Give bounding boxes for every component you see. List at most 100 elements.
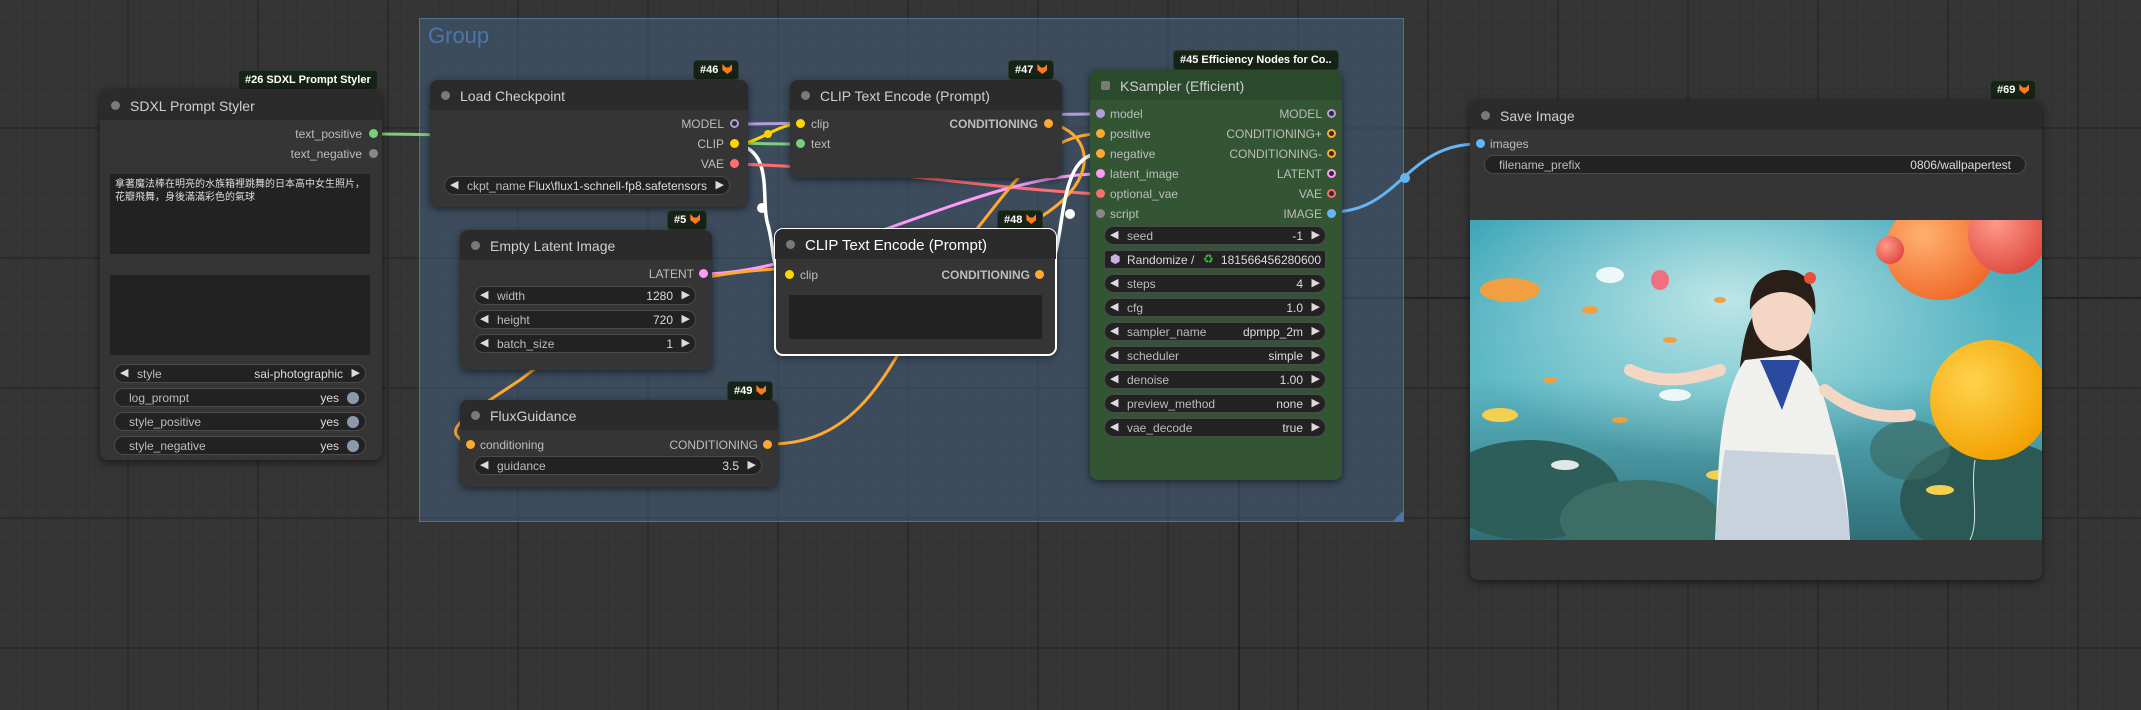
steps-stepper[interactable]: ◀ steps 4 ▶ [1104, 274, 1326, 293]
output-port-latent[interactable] [1327, 169, 1336, 178]
input-port-latent-image[interactable] [1096, 169, 1105, 178]
arrow-left-icon[interactable]: ◀ [480, 288, 488, 301]
sampler-name-combo[interactable]: ◀ sampler_name dpmpp_2m ▶ [1104, 322, 1326, 341]
input-port-text[interactable] [796, 139, 805, 148]
arrow-left-icon[interactable]: ◀ [480, 312, 488, 325]
collapse-dot-icon[interactable] [471, 411, 480, 420]
flux-guidance-node[interactable]: FluxGuidance conditioning CONDITIONING ◀… [460, 400, 778, 487]
arrow-left-icon[interactable]: ◀ [1110, 276, 1118, 289]
sdxl-prompt-styler-node[interactable]: SDXL Prompt Styler text_positive text_ne… [100, 90, 382, 460]
input-port-conditioning[interactable] [466, 440, 475, 449]
style-positive-toggle[interactable]: style_positive yes [114, 412, 366, 431]
node-header[interactable]: KSampler (Efficient) [1090, 70, 1342, 100]
collapse-dot-icon[interactable] [441, 91, 450, 100]
style-combo[interactable]: ◀ style sai-photographic ▶ [114, 364, 366, 383]
output-port-model[interactable] [730, 119, 739, 128]
arrow-left-icon[interactable]: ◀ [1110, 396, 1118, 409]
arrow-right-icon[interactable]: ▶ [352, 366, 360, 379]
collapse-dot-icon[interactable] [471, 241, 480, 250]
arrow-left-icon[interactable]: ◀ [120, 366, 128, 379]
arrow-right-icon[interactable]: ▶ [1312, 420, 1320, 433]
arrow-right-icon[interactable]: ▶ [1312, 396, 1320, 409]
node-header[interactable]: SDXL Prompt Styler [100, 90, 382, 120]
arrow-right-icon[interactable]: ▶ [682, 312, 690, 325]
arrow-right-icon[interactable]: ▶ [1312, 228, 1320, 241]
randomize-seed-button[interactable]: ⬢ Randomize / ♻ 181566456280600 [1104, 250, 1326, 269]
arrow-left-icon[interactable]: ◀ [1110, 348, 1118, 361]
input-port-positive[interactable] [1096, 129, 1105, 138]
ksampler-efficient-node[interactable]: KSampler (Efficient) model positive nega… [1090, 70, 1342, 480]
arrow-left-icon[interactable]: ◀ [1110, 228, 1118, 241]
arrow-right-icon[interactable]: ▶ [1312, 300, 1320, 313]
node-header[interactable]: Load Checkpoint [430, 80, 748, 110]
scheduler-combo[interactable]: ◀ scheduler simple ▶ [1104, 346, 1326, 365]
collapse-dot-icon[interactable] [801, 91, 810, 100]
node-header[interactable]: CLIP Text Encode (Prompt) [790, 80, 1062, 110]
collapse-square-icon[interactable] [1101, 81, 1110, 90]
input-port-images[interactable] [1476, 139, 1485, 148]
output-port-latent[interactable] [699, 269, 708, 278]
denoise-stepper[interactable]: ◀ denoise 1.00 ▶ [1104, 370, 1326, 389]
output-port-text-positive[interactable] [369, 129, 378, 138]
preview-method-combo[interactable]: ◀ preview_method none ▶ [1104, 394, 1326, 413]
filename-prefix-field[interactable]: filename_prefix 0806/wallpapertest [1484, 155, 2026, 174]
output-port-text-negative[interactable] [369, 149, 378, 158]
input-port-model[interactable] [1096, 109, 1105, 118]
arrow-left-icon[interactable]: ◀ [480, 336, 488, 349]
output-port-conditioning[interactable] [1035, 270, 1044, 279]
input-port-clip[interactable] [785, 270, 794, 279]
save-image-node[interactable]: Save Image images filename_prefix 0806/w… [1470, 100, 2042, 580]
arrow-right-icon[interactable]: ▶ [1312, 372, 1320, 385]
arrow-right-icon[interactable]: ▶ [1312, 324, 1320, 337]
output-port-conditioning-plus[interactable] [1327, 129, 1336, 138]
output-image-preview[interactable] [1470, 220, 2042, 540]
output-port-image[interactable] [1327, 209, 1336, 218]
negative-prompt-textarea[interactable] [110, 275, 370, 355]
collapse-dot-icon[interactable] [786, 240, 795, 249]
node-header[interactable]: CLIP Text Encode (Prompt) [775, 229, 1056, 259]
clip-text-encode-48-node[interactable]: CLIP Text Encode (Prompt) clip CONDITION… [774, 228, 1057, 356]
style-negative-toggle[interactable]: style_negative yes [114, 436, 366, 455]
input-port-negative[interactable] [1096, 149, 1105, 158]
output-port-conditioning-minus[interactable] [1327, 149, 1336, 158]
arrow-right-icon[interactable]: ▶ [716, 178, 724, 191]
batch-size-stepper[interactable]: ◀ batch_size 1 ▶ [474, 334, 696, 353]
clip-text-encode-47-node[interactable]: CLIP Text Encode (Prompt) clip text COND… [790, 80, 1062, 178]
output-port-vae[interactable] [730, 159, 739, 168]
output-port-model[interactable] [1327, 109, 1336, 118]
output-port-clip[interactable] [730, 139, 739, 148]
arrow-left-icon[interactable]: ◀ [480, 458, 488, 471]
output-port-vae[interactable] [1327, 189, 1336, 198]
empty-latent-image-node[interactable]: Empty Latent Image LATENT ◀ width 1280 ▶… [460, 230, 712, 370]
prompt-textarea[interactable] [789, 295, 1042, 339]
input-port-script[interactable] [1096, 209, 1105, 218]
log-prompt-toggle[interactable]: log_prompt yes [114, 388, 366, 407]
node-header[interactable]: Empty Latent Image [460, 230, 712, 260]
collapse-dot-icon[interactable] [111, 101, 120, 110]
cfg-stepper[interactable]: ◀ cfg 1.0 ▶ [1104, 298, 1326, 317]
seed-stepper[interactable]: ◀ seed -1 ▶ [1104, 226, 1326, 245]
arrow-left-icon[interactable]: ◀ [1110, 324, 1118, 337]
width-stepper[interactable]: ◀ width 1280 ▶ [474, 286, 696, 305]
arrow-left-icon[interactable]: ◀ [1110, 300, 1118, 313]
arrow-left-icon[interactable]: ◀ [1110, 420, 1118, 433]
arrow-left-icon[interactable]: ◀ [450, 178, 458, 191]
arrow-right-icon[interactable]: ▶ [682, 288, 690, 301]
guidance-stepper[interactable]: ◀ guidance 3.5 ▶ [474, 456, 762, 475]
vae-decode-combo[interactable]: ◀ vae_decode true ▶ [1104, 418, 1326, 437]
output-port-conditioning[interactable] [1044, 119, 1053, 128]
output-port-conditioning[interactable] [763, 440, 772, 449]
arrow-right-icon[interactable]: ▶ [682, 336, 690, 349]
arrow-right-icon[interactable]: ▶ [1312, 276, 1320, 289]
arrow-right-icon[interactable]: ▶ [748, 458, 756, 471]
input-port-clip[interactable] [796, 119, 805, 128]
arrow-right-icon[interactable]: ▶ [1312, 348, 1320, 361]
arrow-left-icon[interactable]: ◀ [1110, 372, 1118, 385]
node-header[interactable]: Save Image [1470, 100, 2042, 130]
load-checkpoint-node[interactable]: Load Checkpoint MODEL CLIP VAE ◀ ckpt_na… [430, 80, 748, 207]
ckpt-name-combo[interactable]: ◀ ckpt_name Flux\flux1-schnell-fp8.safet… [444, 176, 730, 195]
node-header[interactable]: FluxGuidance [460, 400, 778, 430]
positive-prompt-textarea[interactable]: 拿著魔法棒在明亮的水族箱裡跳舞的日本高中女生照片，花瓣飛舞，身後滿滿彩色的氣球 [110, 174, 370, 254]
collapse-dot-icon[interactable] [1481, 111, 1490, 120]
height-stepper[interactable]: ◀ height 720 ▶ [474, 310, 696, 329]
